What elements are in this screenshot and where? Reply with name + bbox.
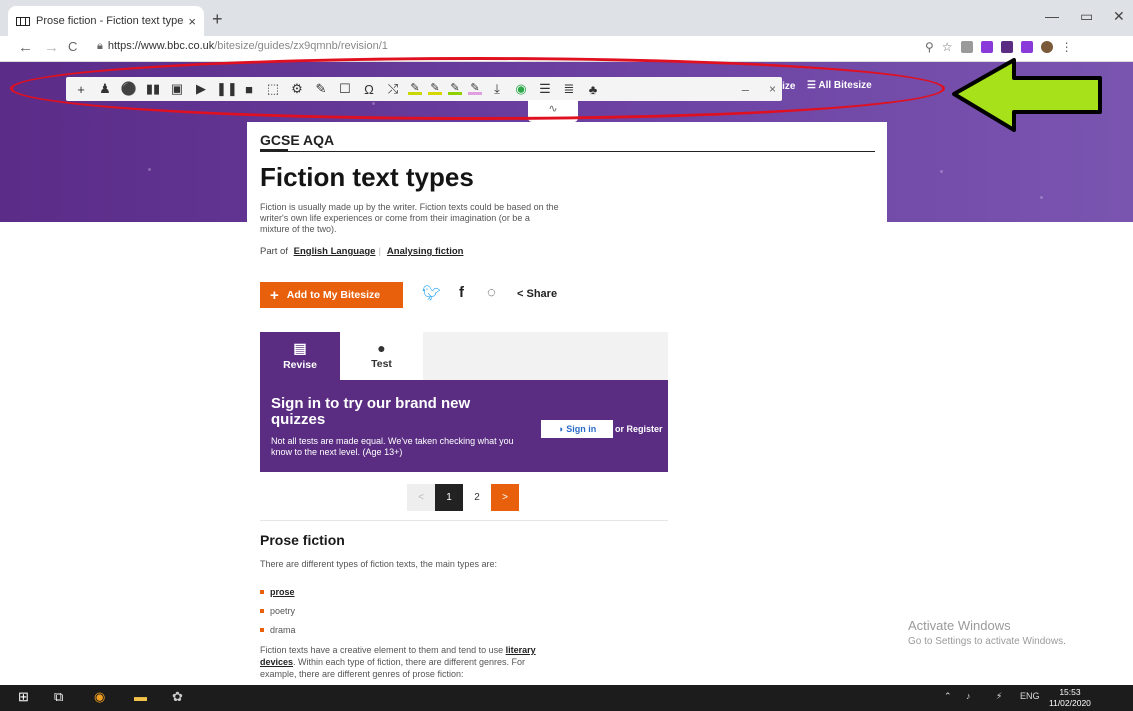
whatsapp-icon[interactable]: ◌ (487, 284, 496, 301)
restore-window-button[interactable]: ▭ (1080, 8, 1093, 25)
address-bar[interactable]: 🔒︎ https://www.bbc.co.uk/bitesize/guides/… (97, 40, 388, 53)
back-icon[interactable]: ← (18, 39, 33, 56)
signin-heading: Sign in to try our brand new quizzes (271, 395, 471, 428)
network-icon[interactable]: ⚡︎ (996, 691, 1002, 702)
extension-icon[interactable] (980, 41, 993, 53)
minimize-window-button[interactable]: — (1045, 8, 1059, 24)
signin-promo: Sign in to try our brand new quizzes Not… (260, 380, 668, 472)
bbc-favicon-icon (16, 16, 30, 26)
next-page-button[interactable]: > (491, 484, 519, 511)
browser-tab-strip: Prose fiction - Fiction text types × + —… (0, 0, 1133, 36)
menu-icon[interactable]: ⋮ (1061, 40, 1073, 54)
tab-title: Prose fiction - Fiction text types (36, 15, 185, 27)
zoom-icon[interactable]: ⚲ (925, 40, 934, 54)
extension-icon[interactable] (1000, 41, 1013, 53)
close-window-button[interactable]: ✕ (1113, 8, 1125, 25)
course-label[interactable]: GCSE AQA (260, 132, 334, 148)
task-view-icon[interactable]: ⧉ (54, 689, 63, 705)
user-icon: ◑ (557, 424, 564, 434)
fiction-types-list: prose poetry drama (260, 582, 296, 639)
facebook-icon[interactable]: f (459, 284, 464, 301)
tab-revise[interactable]: ▤ Revise (260, 332, 340, 382)
file-explorer-icon[interactable]: ▬ (134, 689, 147, 704)
app-icon[interactable]: ✿ (172, 689, 183, 705)
list-item: drama (260, 620, 296, 639)
extension-icon[interactable] (1020, 41, 1033, 53)
windows-start-icon[interactable]: ⊞ (18, 689, 29, 705)
green-arrow-annotation (952, 58, 1102, 132)
divider (260, 520, 668, 521)
section-title: Prose fiction (260, 532, 345, 548)
content-card: GCSE AQA Fiction text types Fiction is u… (247, 122, 887, 687)
toolbar-icons: ⚲ ☆ ⋮ (925, 40, 1073, 54)
list-item: poetry (260, 601, 296, 620)
page-1-button[interactable]: 1 (435, 484, 463, 511)
breadcrumb: Part of English Language | Analysing ficti… (260, 246, 464, 257)
register-link[interactable]: or Register (615, 424, 663, 434)
breadcrumb-link-analysing[interactable]: Analysing fiction (387, 246, 464, 257)
url-path: /bitesize/guides/zx9qmnb/revision/1 (214, 40, 388, 52)
browser-tab[interactable]: Prose fiction - Fiction text types × (8, 6, 204, 36)
chrome-icon[interactable]: ◉ (94, 689, 105, 705)
pagination: < 1 2 > (407, 484, 519, 511)
avatar[interactable] (1040, 41, 1053, 53)
signin-text: Not all tests are made equal. We've take… (271, 436, 514, 457)
page-2-button[interactable]: 2 (463, 484, 491, 511)
page-intro: Fiction is usually made up by the writer… (260, 202, 559, 234)
language-indicator[interactable]: ENG (1020, 691, 1040, 701)
share-icon: < (517, 288, 524, 300)
prev-page-button[interactable]: < (407, 484, 435, 511)
book-icon: ▤ (293, 340, 307, 356)
lock-icon: 🔒︎ (97, 40, 103, 52)
red-ellipse-annotation (10, 57, 945, 120)
course-divider (260, 151, 875, 152)
activate-windows-watermark: Activate Windows Go to Settings to activ… (908, 618, 1066, 647)
speech-bubble-icon: ● (377, 340, 386, 356)
bookmark-star-icon[interactable]: ☆ (942, 40, 953, 54)
tab-test[interactable]: ● Test (340, 332, 423, 380)
volume-icon[interactable]: ♪ (966, 691, 971, 701)
body-paragraph: Fiction texts have a creative element to… (260, 645, 536, 679)
section-lead: There are different types of fiction tex… (260, 559, 497, 569)
list-item[interactable]: prose (260, 582, 296, 601)
windows-taskbar: ⊞ ⧉ ◉ ▬ ✿ ⌃ ♪ ⚡︎ ENG 15:53 11/02/2020 (0, 685, 1133, 711)
add-to-my-bitesize-button[interactable]: + Add to My Bitesize (260, 282, 403, 308)
breadcrumb-link-english[interactable]: English Language (294, 246, 376, 257)
plus-icon: + (270, 286, 279, 304)
share-button[interactable]: < Share (517, 288, 557, 300)
system-clock[interactable]: 15:53 11/02/2020 (1049, 687, 1091, 709)
tab-close-icon[interactable]: × (188, 14, 196, 29)
twitter-icon[interactable]: 🐦︎ (422, 284, 441, 302)
extension-icon[interactable] (960, 41, 973, 53)
page-title: Fiction text types (260, 162, 474, 192)
revise-test-tabs: ▤ Revise ● Test (260, 332, 668, 382)
url-host: https://www.bbc.co.uk (107, 40, 215, 52)
reload-icon[interactable]: C (68, 39, 77, 54)
new-tab-button[interactable]: + (212, 9, 223, 30)
tray-chevron-icon[interactable]: ⌃ (944, 691, 952, 702)
forward-icon[interactable]: → (44, 39, 59, 56)
sign-in-button[interactable]: ◑ Sign in (541, 420, 613, 438)
